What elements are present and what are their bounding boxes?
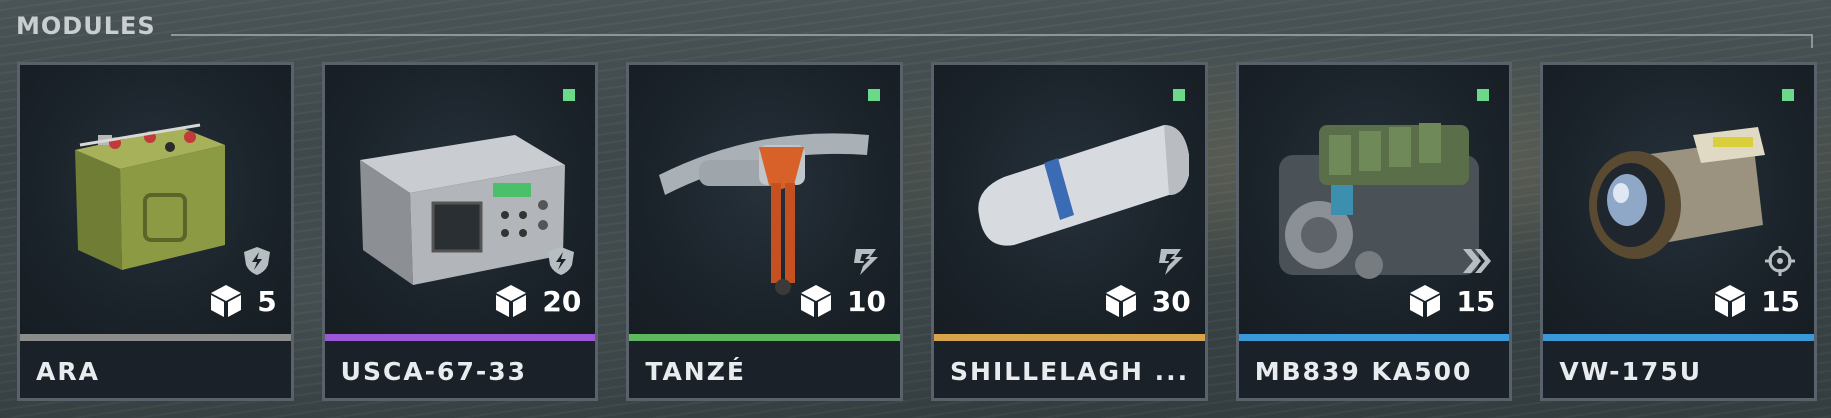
cost: 5 bbox=[209, 283, 277, 319]
rarity-bar bbox=[934, 334, 1205, 341]
module-name: MB839 KA500 bbox=[1254, 357, 1473, 386]
bolt-arrows-icon bbox=[854, 249, 879, 275]
module-card-usca-67-33[interactable]: 20 USCA-67-33 bbox=[321, 62, 599, 401]
shield-bolt-icon bbox=[548, 247, 575, 275]
shield-bolt-icon bbox=[243, 247, 270, 275]
cost: 15 bbox=[1713, 283, 1800, 319]
module-card-tanze[interactable]: 10 TANZÉ bbox=[626, 62, 904, 401]
cost-value: 20 bbox=[542, 284, 582, 318]
module-card-vw-175u[interactable]: 15 VW-175U bbox=[1540, 62, 1818, 401]
cube-icon bbox=[1715, 285, 1746, 317]
header-divider bbox=[171, 34, 1813, 48]
status-indicator bbox=[563, 89, 576, 101]
cost: 10 bbox=[799, 283, 886, 319]
cube-icon bbox=[1410, 285, 1441, 317]
bolt-arrows-icon bbox=[1158, 249, 1183, 275]
status-indicator bbox=[1477, 89, 1490, 101]
module-card-mb839-ka500[interactable]: 15 MB839 KA500 bbox=[1235, 62, 1513, 401]
status-indicator bbox=[1172, 89, 1185, 101]
module-name: ARA bbox=[36, 357, 100, 386]
module-name: USCA-67-33 bbox=[340, 357, 528, 386]
module-list: 5 ARA 20 USCA-67-33 10 TANZÉ 30 SHILLELA… bbox=[17, 62, 1818, 401]
section-title: MODULES bbox=[16, 12, 156, 40]
cube-icon bbox=[1105, 285, 1136, 317]
rarity-bar bbox=[1543, 334, 1815, 341]
rarity-bar bbox=[20, 334, 291, 341]
cube-icon bbox=[211, 285, 242, 317]
cost: 30 bbox=[1104, 283, 1191, 319]
rarity-bar bbox=[629, 334, 901, 341]
cost: 15 bbox=[1408, 283, 1495, 319]
cost-value: 5 bbox=[257, 284, 277, 318]
module-card-ara[interactable]: 5 ARA bbox=[17, 62, 294, 401]
rarity-bar bbox=[324, 334, 596, 341]
rarity-bar bbox=[1238, 334, 1510, 341]
module-name: VW-175U bbox=[1559, 357, 1703, 386]
status-indicator bbox=[868, 89, 881, 101]
cube-icon bbox=[496, 285, 527, 317]
cost-value: 10 bbox=[847, 284, 887, 318]
cost-value: 15 bbox=[1456, 284, 1496, 318]
cube-icon bbox=[801, 285, 832, 317]
cost-value: 15 bbox=[1761, 284, 1801, 318]
module-card-shillelagh[interactable]: 30 SHILLELAGH ... bbox=[931, 62, 1208, 401]
module-name: TANZÉ bbox=[645, 357, 746, 386]
crosshair-icon bbox=[1765, 246, 1796, 276]
status-indicator bbox=[1782, 89, 1795, 101]
section-header: MODULES bbox=[16, 10, 1813, 48]
module-name: SHILLELAGH ... bbox=[950, 357, 1190, 386]
double-chevron-icon bbox=[1463, 249, 1492, 273]
cost-value: 30 bbox=[1151, 284, 1191, 318]
cost: 20 bbox=[494, 283, 581, 319]
